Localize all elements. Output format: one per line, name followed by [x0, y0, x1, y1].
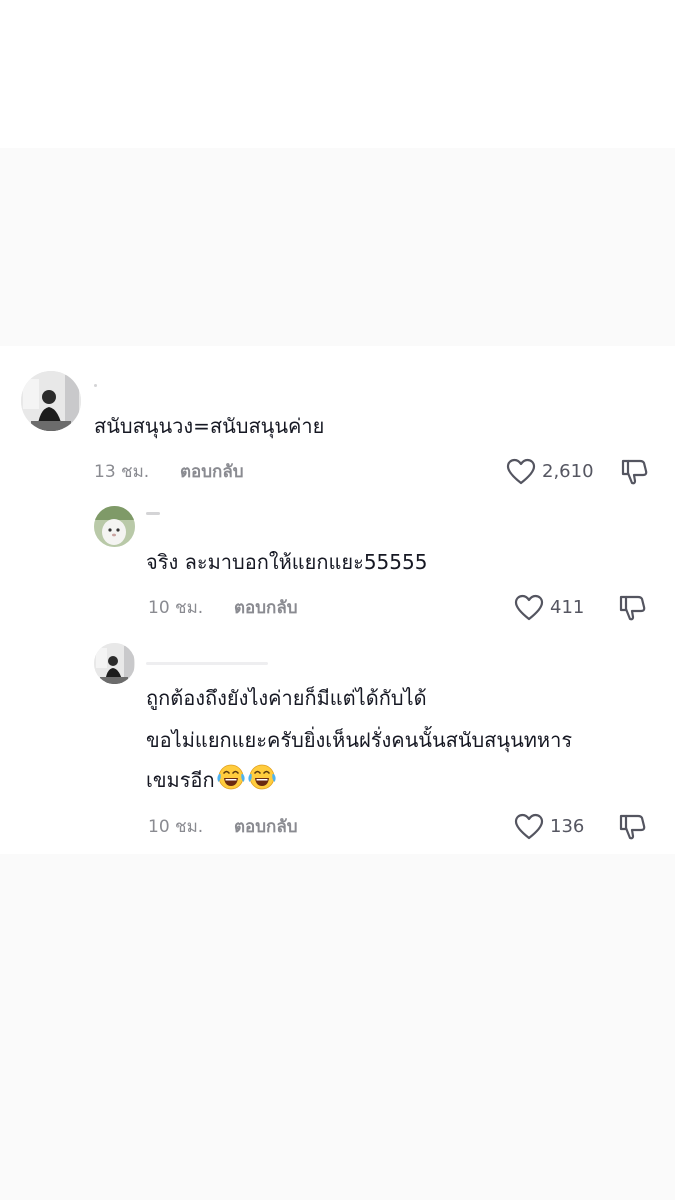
comment-text: จริง ละมาบอกให้แยกแยะ55555: [146, 550, 428, 574]
thumbs-down-outline-icon: [619, 595, 646, 621]
comment-meta-row: 13 ชม. ตอบกลับ 2,610: [94, 458, 654, 486]
avatar[interactable]: [21, 371, 81, 431]
thumbs-down-outline-icon: [621, 459, 648, 485]
reply-button[interactable]: ตอบกลับ: [180, 460, 244, 484]
avatar[interactable]: [94, 643, 135, 684]
username[interactable]: [146, 512, 160, 515]
top-blank-area: [0, 0, 675, 148]
comment-text-line-1: ถูกต้องถึงยังไงค่ายก็มีแต่ได้กับได้: [146, 686, 427, 710]
avatar-photo: [94, 506, 135, 547]
comment-timestamp: 13 ชม.: [94, 462, 150, 482]
comment-text: สนับสนุนวง=สนับสนุนค่าย: [94, 414, 325, 438]
video-background-area: [0, 148, 675, 346]
heart-outline-icon: [506, 458, 536, 485]
dislike-button[interactable]: [620, 457, 650, 494]
like-button[interactable]: 411: [514, 594, 584, 622]
dislike-button[interactable]: [618, 812, 648, 849]
like-count: 2,610: [542, 461, 594, 482]
avatar[interactable]: [94, 506, 135, 547]
comment-text-line-3-text: เขมรอีก: [146, 768, 215, 792]
comment-text-line-2: ขอไม่แยกแยะครับยิ่งเห็นฝรั่งคนนั้นสนับสน…: [146, 728, 573, 752]
like-button[interactable]: 136: [514, 813, 584, 841]
comment-meta-row: 10 ชม. ตอบกลับ 411: [148, 594, 654, 622]
comment-timestamp: 10 ชม.: [148, 598, 204, 618]
thumbs-down-outline-icon: [619, 814, 646, 840]
avatar-photo: [21, 371, 81, 431]
dislike-button[interactable]: [618, 593, 648, 630]
face-with-tears-of-joy-emoji: [247, 763, 277, 803]
heart-outline-icon: [514, 594, 544, 621]
heart-outline-icon: [514, 813, 544, 840]
comment-timestamp: 10 ชม.: [148, 817, 204, 837]
comment-meta-row: 10 ชม. ตอบกลับ 136: [148, 813, 654, 841]
comment-text-line-3: เขมรอีก: [146, 761, 277, 803]
reply-button[interactable]: ตอบกลับ: [234, 815, 298, 839]
like-button[interactable]: 2,610: [506, 458, 594, 486]
bottom-blank-area: [0, 854, 675, 1200]
username[interactable]: [146, 662, 268, 665]
avatar-photo: [94, 643, 135, 684]
username[interactable]: [94, 384, 97, 387]
face-with-tears-of-joy-emoji: [216, 763, 246, 803]
like-count: 136: [550, 816, 585, 837]
like-count: 411: [550, 597, 585, 618]
reply-button[interactable]: ตอบกลับ: [234, 596, 298, 620]
